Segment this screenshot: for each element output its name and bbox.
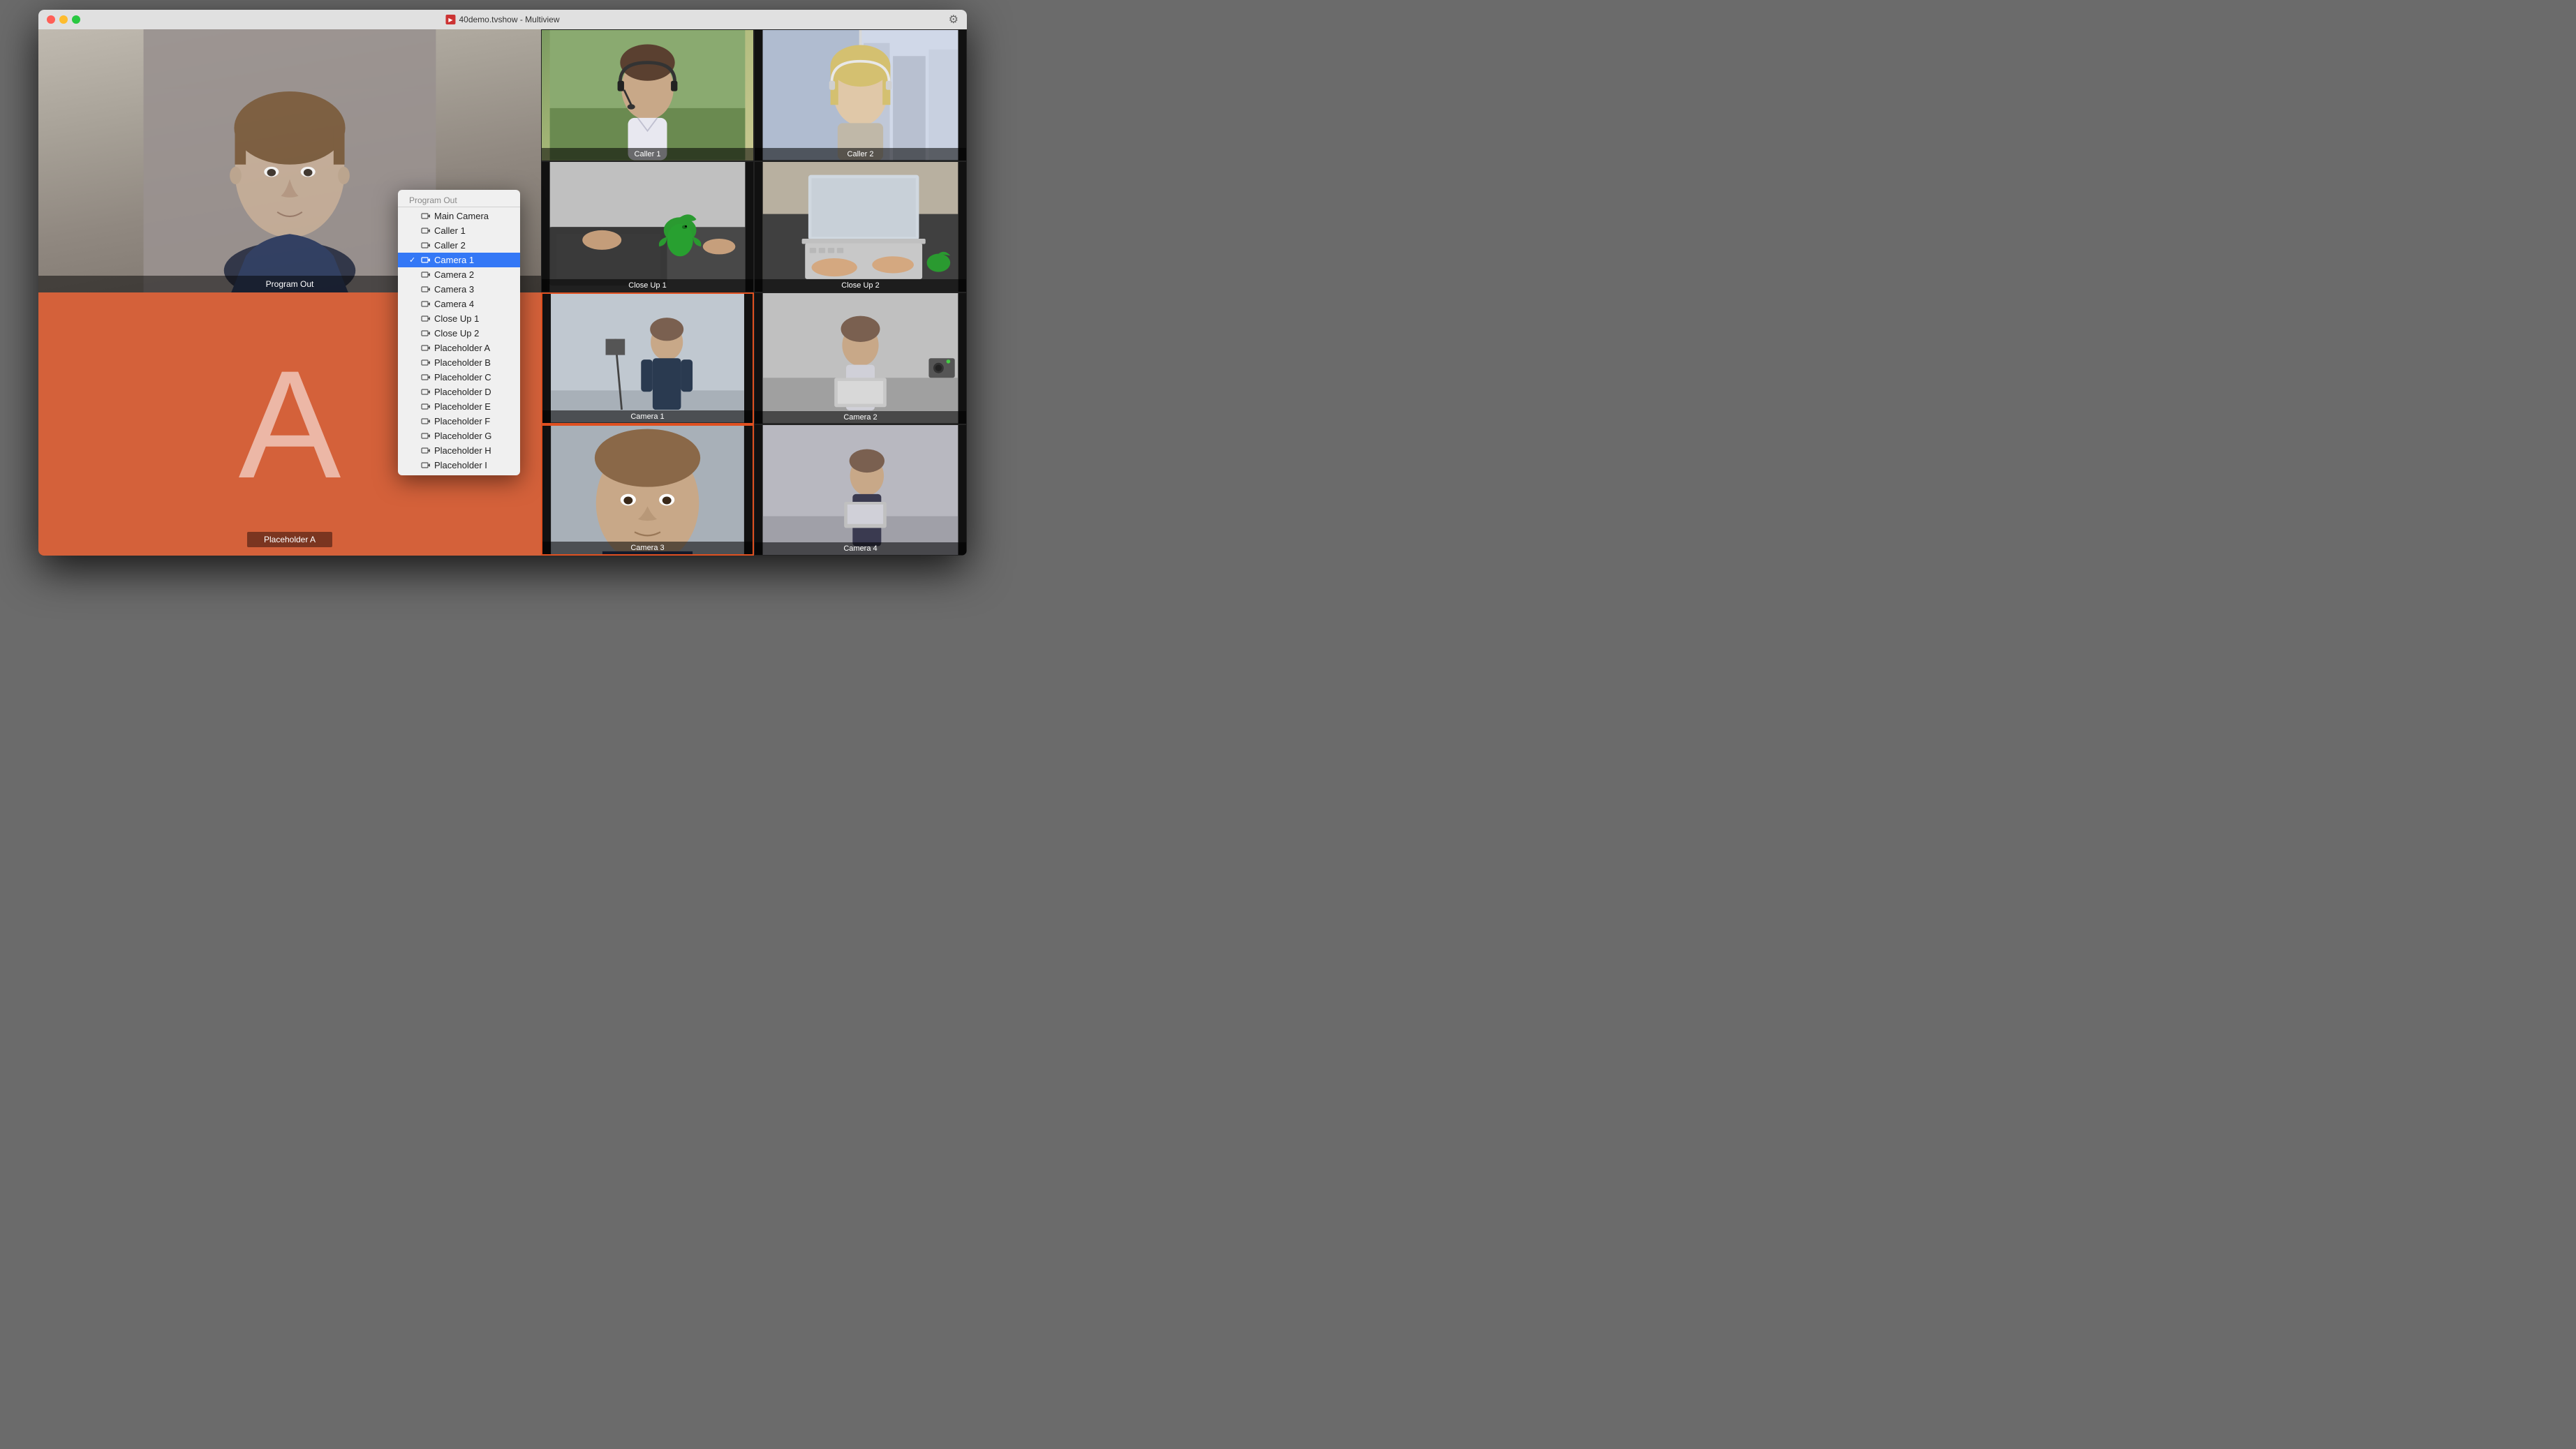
- caller2-cell[interactable]: Caller 2: [754, 29, 967, 161]
- menu-label-caller1: Caller 1: [434, 225, 466, 236]
- titlebar: ▶ 40demo.tvshow - Multiview ⚙: [38, 10, 967, 29]
- camera-icon-closeup1: [420, 315, 431, 323]
- menu-label-closeup2: Close Up 2: [434, 328, 479, 339]
- menu-item-placeholder-f[interactable]: Placeholder F: [398, 414, 520, 429]
- checkmark-camera1: ✓: [409, 255, 417, 265]
- placeholder-icon-f: [420, 417, 431, 426]
- camera-icon-closeup2: [420, 329, 431, 338]
- menu-item-camera3[interactable]: Camera 3: [398, 282, 520, 297]
- placeholder-icon-h: [420, 447, 431, 455]
- menu-header: Program Out: [398, 193, 520, 207]
- title-text: 40demo.tvshow - Multiview: [459, 15, 559, 24]
- menu-item-placeholder-i[interactable]: Placeholder I: [398, 458, 520, 473]
- menu-item-main-camera[interactable]: Main Camera: [398, 209, 520, 223]
- menu-item-placeholder-h[interactable]: Placeholder H: [398, 443, 520, 458]
- placeholder-icon-c: [420, 373, 431, 382]
- camera3-cell[interactable]: Camera 3: [541, 424, 754, 556]
- window-title: ▶ 40demo.tvshow - Multiview: [445, 15, 559, 24]
- menu-label-placeholder-e: Placeholder E: [434, 401, 491, 412]
- minimize-button[interactable]: [59, 15, 68, 24]
- menu-item-placeholder-a[interactable]: Placeholder A: [398, 341, 520, 355]
- camera4-cell[interactable]: Camera 4: [754, 424, 967, 556]
- menu-label-placeholder-f: Placeholder F: [434, 416, 490, 426]
- app-icon: ▶: [445, 15, 455, 24]
- menu-label-closeup1: Close Up 1: [434, 313, 479, 324]
- close-button[interactable]: [47, 15, 55, 24]
- menu-label-camera4: Camera 4: [434, 299, 474, 309]
- menu-label-caller2: Caller 2: [434, 240, 466, 251]
- placeholder-icon-g: [420, 432, 431, 440]
- caller1-cell[interactable]: Caller 1: [541, 29, 754, 161]
- camera-icon-caller1: [420, 227, 431, 235]
- camera4-label: Camera 4: [755, 542, 966, 555]
- settings-icon[interactable]: ⚙: [949, 13, 958, 27]
- placeholder-a-label: Placeholder A: [247, 532, 332, 547]
- camera1-label: Camera 1: [542, 410, 753, 423]
- menu-item-camera2[interactable]: Camera 2: [398, 267, 520, 282]
- menu-item-placeholder-b[interactable]: Placeholder B: [398, 355, 520, 370]
- menu-label-placeholder-d: Placeholder D: [434, 387, 491, 397]
- menu-label-camera1: Camera 1: [434, 255, 474, 265]
- closeup1-label: Close Up 1: [542, 279, 753, 292]
- camera-icon-camera3: [420, 285, 431, 294]
- menu-label-camera2: Camera 2: [434, 269, 474, 280]
- menu-label-placeholder-h: Placeholder H: [434, 445, 491, 456]
- camera-icon-camera2: [420, 271, 431, 279]
- menu-label-placeholder-c: Placeholder C: [434, 372, 491, 382]
- camera-icon-main: [420, 212, 431, 221]
- traffic-lights: [47, 15, 80, 24]
- camera2-label: Camera 2: [755, 411, 966, 424]
- menu-item-camera1[interactable]: ✓ Camera 1: [398, 253, 520, 267]
- placeholder-a-letter: A: [239, 348, 341, 501]
- menu-label-placeholder-a: Placeholder A: [434, 343, 490, 353]
- right-panel: Caller 1: [541, 29, 967, 556]
- menu-item-placeholder-d[interactable]: Placeholder D: [398, 385, 520, 399]
- menu-label-placeholder-g: Placeholder G: [434, 431, 491, 441]
- maximize-button[interactable]: [72, 15, 80, 24]
- menu-item-closeup1[interactable]: Close Up 1: [398, 311, 520, 326]
- menu-item-placeholder-g[interactable]: Placeholder G: [398, 429, 520, 443]
- placeholder-icon-b: [420, 359, 431, 367]
- placeholder-icon-e: [420, 403, 431, 411]
- camera-icon-caller2: [420, 242, 431, 250]
- caller2-label: Caller 2: [755, 148, 966, 161]
- menu-item-placeholder-e[interactable]: Placeholder E: [398, 399, 520, 414]
- placeholder-icon-a: [420, 344, 431, 352]
- menu-label-placeholder-b: Placeholder B: [434, 357, 491, 368]
- closeup2-label: Close Up 2: [755, 279, 966, 292]
- camera1-cell[interactable]: Camera 1: [541, 292, 754, 424]
- placeholder-icon-i: [420, 461, 431, 470]
- menu-item-caller2[interactable]: Caller 2: [398, 238, 520, 253]
- menu-item-closeup2[interactable]: Close Up 2: [398, 326, 520, 341]
- caller1-label: Caller 1: [542, 148, 753, 161]
- camera-icon-camera4: [420, 300, 431, 309]
- menu-label-main-camera: Main Camera: [434, 211, 489, 221]
- closeup1-cell[interactable]: Close Up 1: [541, 161, 754, 293]
- camera-icon-camera1: [420, 256, 431, 265]
- menu-label-placeholder-i: Placeholder I: [434, 460, 487, 470]
- closeup2-cell[interactable]: Close Up 2: [754, 161, 967, 293]
- camera2-cell[interactable]: Camera 2: [754, 292, 967, 424]
- placeholder-icon-d: [420, 388, 431, 396]
- context-menu: Program Out Main Camera: [398, 190, 520, 475]
- menu-item-placeholder-c[interactable]: Placeholder C: [398, 370, 520, 385]
- menu-item-camera4[interactable]: Camera 4: [398, 297, 520, 311]
- camera3-label: Camera 3: [542, 542, 753, 554]
- menu-label-camera3: Camera 3: [434, 284, 474, 295]
- menu-item-caller1[interactable]: Caller 1: [398, 223, 520, 238]
